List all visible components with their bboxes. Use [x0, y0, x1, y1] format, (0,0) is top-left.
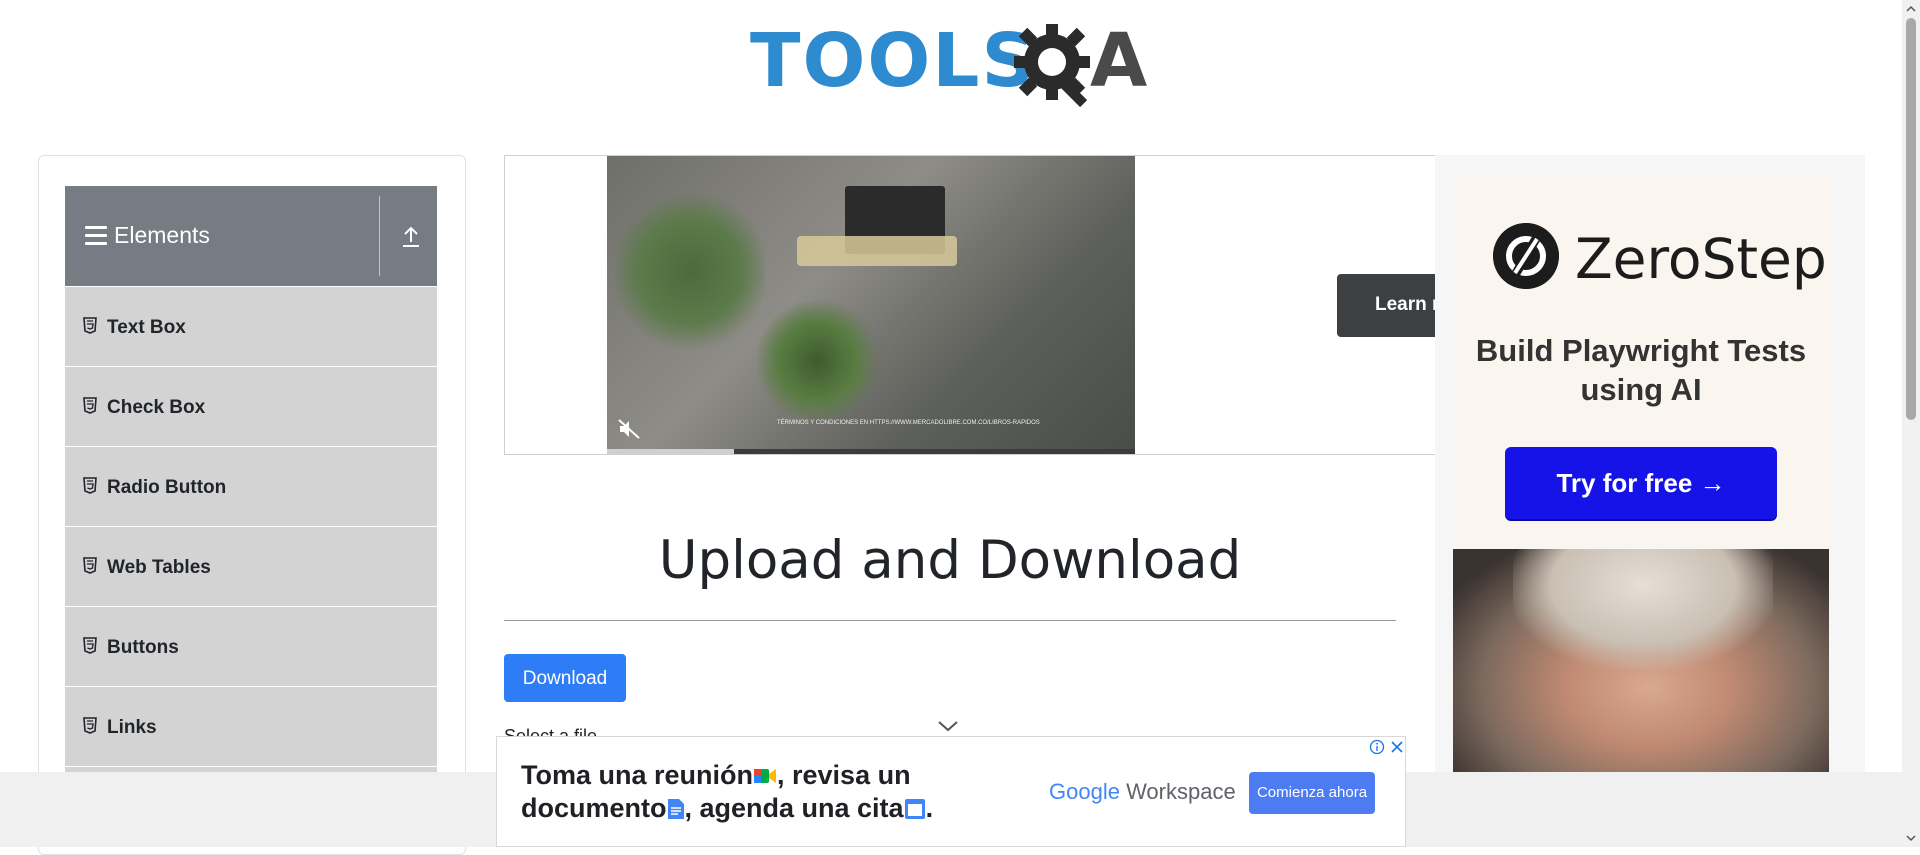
muted-speaker-icon[interactable]: [617, 418, 641, 440]
close-icon[interactable]: [1389, 739, 1405, 755]
sidebar-item-buttons[interactable]: Buttons: [65, 607, 437, 687]
zerostep-logo-icon: [1493, 223, 1559, 289]
learn-more-button[interactable]: Learn more: [1337, 274, 1435, 337]
ad-video-player[interactable]: TÉRMINOS Y CONDICIONES EN HTTPS://WWW.ME…: [607, 156, 1135, 454]
zerostep-ad[interactable]: ZeroStep Build Playwright Tests using AI…: [1435, 155, 1865, 775]
calendar-icon: [904, 799, 925, 819]
ad-text: .: [925, 793, 934, 823]
scrollbar-thumb[interactable]: [1906, 18, 1916, 420]
toolsqa-logo[interactable]: TOOLS A: [750, 18, 1155, 114]
elements-group-header[interactable]: Elements: [65, 186, 437, 286]
meet-icon: [754, 769, 777, 783]
ad-headline: Toma una reunión , revisa un documento , a…: [521, 759, 991, 825]
zerostep-brand: ZeroStep: [1575, 227, 1827, 291]
video-scene-desk: [797, 236, 957, 266]
ad-text: Toma una reunión: [521, 760, 754, 790]
sidebar-item-label: Radio Button: [107, 477, 227, 498]
title-divider: [504, 620, 1396, 621]
docs-icon: [667, 799, 684, 819]
try-for-free-button[interactable]: Try for free →: [1505, 447, 1777, 519]
collapse-arrow-icon[interactable]: [399, 224, 423, 250]
sidebar-item-label: Links: [107, 717, 157, 738]
workspace-brand: Workspace: [1119, 779, 1236, 804]
sidebar-item-text-box[interactable]: Text Box: [65, 287, 437, 367]
download-button[interactable]: Download: [504, 654, 626, 702]
video-scene-plant: [615, 186, 765, 356]
page-title: Upload and Download: [658, 530, 1242, 591]
sidebar-item-label: Web Tables: [107, 557, 211, 578]
video-ad[interactable]: TÉRMINOS Y CONDICIONES EN HTTPS://WWW.ME…: [504, 155, 1436, 455]
video-scene-plant: [757, 296, 877, 426]
header-divider: [379, 196, 380, 276]
ad-portrait-image: [1453, 549, 1829, 775]
google-workspace-ad[interactable]: Toma una reunión , revisa un documento , a…: [496, 736, 1406, 847]
video-caption: TÉRMINOS Y CONDICIONES EN HTTPS://WWW.ME…: [777, 420, 1040, 426]
html5-icon: [83, 637, 97, 654]
info-icon[interactable]: [1369, 739, 1385, 755]
sidebar-item-label: Buttons: [107, 637, 179, 658]
comienza-ahora-button[interactable]: Comienza ahora: [1249, 772, 1375, 814]
hamburger-icon: [85, 226, 107, 246]
chevron-down-icon[interactable]: [937, 720, 959, 732]
zerostep-tagline: Build Playwright Tests using AI: [1475, 333, 1807, 407]
html5-icon: [83, 317, 97, 334]
ad-text: , agenda una cita: [684, 793, 904, 823]
sidebar-item-label: Check Box: [107, 397, 206, 418]
portrait-hair: [1513, 549, 1773, 669]
html5-icon: [83, 477, 97, 494]
ad-text: documento: [521, 793, 667, 823]
left-sidebar: Elements Text Box Check Box Radio Button…: [38, 155, 466, 855]
html5-icon: [83, 397, 97, 414]
sidebar-item-label: Text Box: [107, 317, 186, 338]
html5-icon: [83, 717, 97, 734]
google-workspace-brand: Google Workspace: [1049, 779, 1236, 805]
sidebar-item-web-tables[interactable]: Web Tables: [65, 527, 437, 607]
ad-text: , revisa un: [777, 760, 911, 790]
sidebar-item-radio-button[interactable]: Radio Button: [65, 447, 437, 527]
google-brand: Google: [1049, 779, 1120, 804]
elements-menu: Text Box Check Box Radio Button Web Tabl…: [65, 287, 437, 847]
group-title: Elements: [114, 222, 210, 248]
sidebar-item-check-box[interactable]: Check Box: [65, 367, 437, 447]
sidebar-item-links[interactable]: Links: [65, 687, 437, 767]
logo-tools-text: TOOLS: [750, 18, 1037, 104]
scroll-down-arrow-icon[interactable]: [1906, 833, 1916, 843]
page-scrollbar[interactable]: [1902, 0, 1920, 847]
scroll-up-arrow-icon[interactable]: [1906, 4, 1916, 14]
video-progress-bar[interactable]: [607, 449, 1135, 454]
zerostep-ad-card: ZeroStep Build Playwright Tests using AI…: [1453, 175, 1829, 547]
html5-icon: [83, 557, 97, 574]
logo-a-text: A: [1090, 18, 1148, 104]
